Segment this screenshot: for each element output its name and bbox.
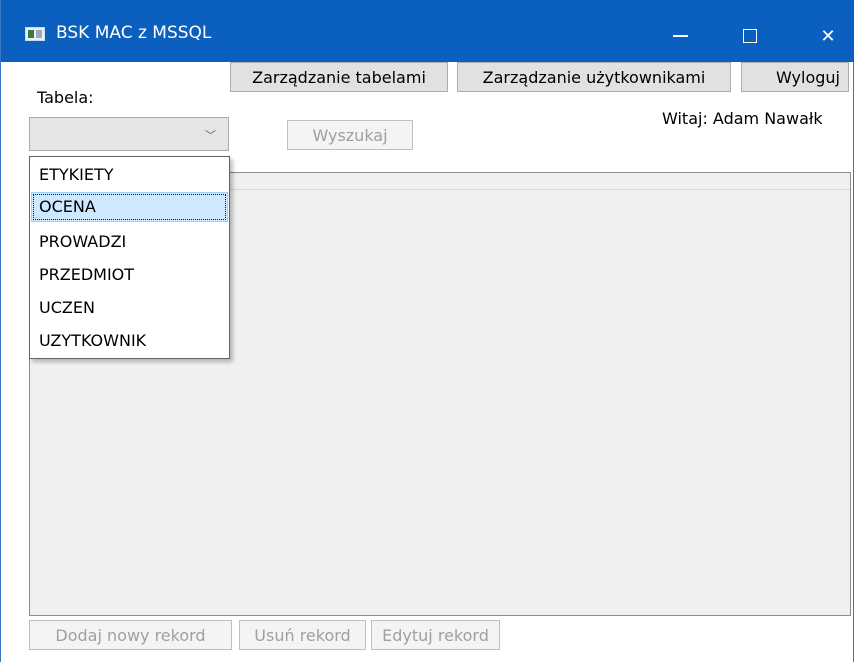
main-window: BSK MAC z MSSQL ✕ Zarządzanie tabelami Z… [0, 0, 854, 662]
dropdown-item-prowadzi[interactable]: PROWADZI [31, 227, 228, 257]
edit-record-button[interactable]: Edytuj rekord [371, 620, 500, 650]
manage-users-button[interactable]: Zarządzanie użytkownikami [457, 62, 731, 92]
dropdown-item-etykiety[interactable]: ETYKIETY [31, 160, 228, 190]
table-label: Tabela: [37, 88, 94, 107]
title-bar[interactable]: BSK MAC z MSSQL ✕ [1, 0, 854, 62]
search-button[interactable]: Wyszukaj [287, 120, 413, 150]
app-icon [25, 27, 45, 41]
dropdown-item-przedmiot[interactable]: PRZEDMIOT [31, 260, 228, 290]
delete-record-button[interactable]: Usuń rekord [239, 620, 366, 650]
table-dropdown-list: ETYKIETY OCENA PROWADZI PRZEDMIOT UCZEN … [29, 156, 230, 359]
dropdown-item-uczen[interactable]: UCZEN [31, 293, 228, 323]
dropdown-item-uzytkownik[interactable]: UZYTKOWNIK [31, 326, 228, 356]
manage-tables-button[interactable]: Zarządzanie tabelami [230, 62, 448, 92]
minimize-icon[interactable] [657, 14, 703, 58]
close-icon[interactable]: ✕ [805, 14, 851, 58]
window-title: BSK MAC z MSSQL [56, 23, 212, 43]
maximize-icon[interactable] [727, 14, 773, 58]
dropdown-item-ocena[interactable]: OCENA [31, 192, 228, 222]
greeting-text: Witaj: Adam Nawałk [662, 109, 823, 128]
add-record-button[interactable]: Dodaj nowy rekord [29, 620, 232, 650]
chevron-down-icon[interactable]: ﹀ [205, 127, 216, 143]
table-combobox[interactable]: ﹀ [29, 117, 229, 151]
logout-button[interactable]: Wyloguj [741, 62, 849, 92]
